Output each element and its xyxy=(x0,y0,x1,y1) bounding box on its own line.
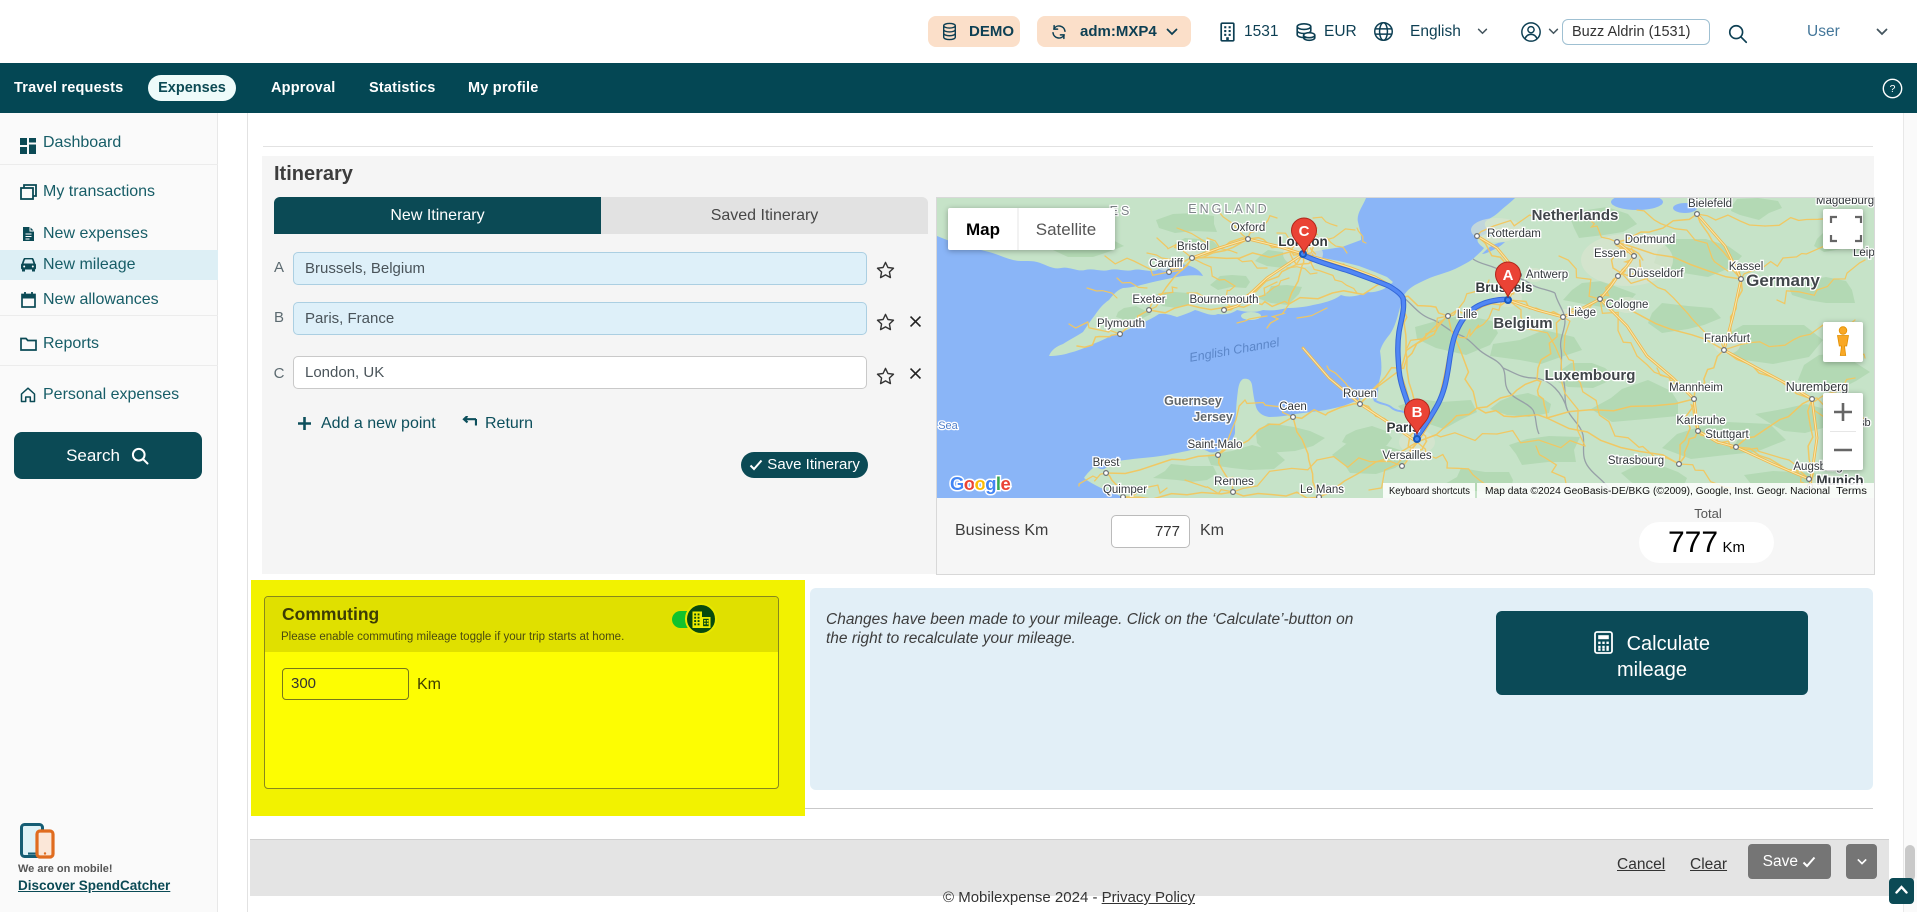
svg-text:Mannheim: Mannheim xyxy=(1669,382,1723,394)
svg-text:Cardiff: Cardiff xyxy=(1149,258,1183,270)
svg-text:Map data ©2024 GeoBasis-DE/BKG: Map data ©2024 GeoBasis-DE/BKG (©2009), … xyxy=(1485,486,1830,497)
svg-text:Brest: Brest xyxy=(1093,457,1121,469)
svg-text:Strasbourg: Strasbourg xyxy=(1608,455,1664,467)
svg-text:Bielefeld: Bielefeld xyxy=(1688,198,1732,210)
svg-text:Exeter: Exeter xyxy=(1132,294,1165,306)
svg-text:Le Mans: Le Mans xyxy=(1300,484,1344,496)
svg-text:ENGLAND: ENGLAND xyxy=(1188,202,1269,216)
svg-text:Cologne: Cologne xyxy=(1606,299,1649,311)
svg-text:Stuttgart: Stuttgart xyxy=(1705,429,1749,441)
svg-text:Google: Google xyxy=(950,473,1010,494)
svg-text:Netherlands: Netherlands xyxy=(1532,207,1619,224)
svg-text:Nuremberg: Nuremberg xyxy=(1786,380,1849,394)
svg-text:Bristol: Bristol xyxy=(1177,241,1209,253)
svg-text:Düsseldorf: Düsseldorf xyxy=(1629,268,1685,280)
svg-text:Keyboard shortcuts: Keyboard shortcuts xyxy=(1389,486,1470,497)
svg-text:Saint-Malo: Saint-Malo xyxy=(1188,439,1243,451)
svg-text:Rennes: Rennes xyxy=(1214,476,1254,488)
svg-text:Terms: Terms xyxy=(1836,486,1867,497)
svg-text:Belgium: Belgium xyxy=(1493,315,1552,332)
svg-text:B: B xyxy=(1412,404,1423,421)
svg-text:A: A xyxy=(1503,267,1514,284)
svg-text:Essen: Essen xyxy=(1594,248,1626,260)
svg-text:Liège: Liège xyxy=(1568,307,1596,319)
svg-text:Oxford: Oxford xyxy=(1231,222,1266,234)
svg-text:Antwerp: Antwerp xyxy=(1526,269,1568,281)
svg-text:?: ? xyxy=(1890,83,1896,95)
svg-text:Kassel: Kassel xyxy=(1729,261,1764,273)
svg-text:Bournemouth: Bournemouth xyxy=(1189,294,1258,306)
svg-text:Plymouth: Plymouth xyxy=(1097,318,1145,330)
svg-text:Rouen: Rouen xyxy=(1343,388,1377,400)
svg-text:Versailles: Versailles xyxy=(1382,450,1431,462)
svg-text:Satellite: Satellite xyxy=(1036,220,1096,239)
svg-text:Rotterdam: Rotterdam xyxy=(1487,228,1541,240)
svg-text:Jersey: Jersey xyxy=(1193,410,1233,424)
svg-text:Map: Map xyxy=(966,220,1000,239)
svg-text:Germany: Germany xyxy=(1746,271,1820,290)
svg-text:Magdeburg: Magdeburg xyxy=(1816,198,1874,207)
svg-text:Frankfurt: Frankfurt xyxy=(1704,333,1751,345)
svg-text:Sea: Sea xyxy=(938,420,958,432)
svg-text:Lille: Lille xyxy=(1457,309,1477,321)
svg-text:Karlsruhe: Karlsruhe xyxy=(1676,415,1725,427)
svg-text:C: C xyxy=(1299,223,1310,240)
svg-text:Caen: Caen xyxy=(1279,401,1307,413)
svg-text:Guernsey: Guernsey xyxy=(1164,394,1222,408)
svg-text:Dortmund: Dortmund xyxy=(1625,234,1676,246)
svg-text:Luxembourg: Luxembourg xyxy=(1545,367,1636,384)
svg-text:Quimper: Quimper xyxy=(1103,484,1147,496)
